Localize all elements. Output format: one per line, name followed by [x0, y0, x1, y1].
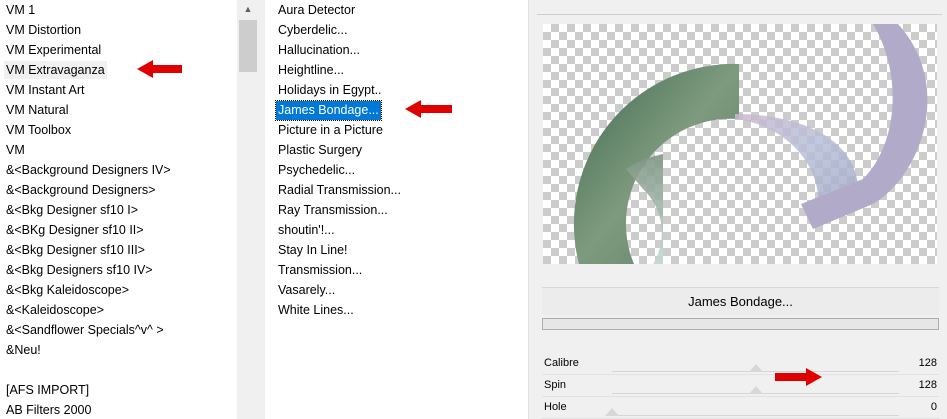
red-arrow-left-icon: [405, 100, 452, 118]
category-item[interactable]: &<Bkg Designers sf10 IV>: [4, 261, 155, 279]
category-item[interactable]: VM Extravaganza: [4, 61, 107, 79]
filter-list-panel: Aura Detector Cyberdelic... Hallucination.…: [265, 0, 528, 419]
param-label: Spin: [544, 379, 567, 391]
param-slider-track[interactable]: [612, 364, 899, 372]
filter-item[interactable]: Ray Transmission...: [276, 201, 390, 220]
category-item[interactable]: &<Background Designers IV>: [4, 161, 173, 179]
filter-item[interactable]: Cyberdelic...: [276, 21, 349, 40]
category-item[interactable]: &<Background Designers>: [4, 181, 157, 199]
filter-dialog: James Bondage... Calibre 128 Spin 128 Hole 0: [528, 0, 947, 419]
category-item[interactable]: &<BKg Designer sf10 II>: [4, 221, 146, 239]
category-item[interactable]: &Neu!: [4, 341, 43, 359]
category-item[interactable]: [AFS IMPORT]: [4, 381, 91, 399]
param-label: Hole: [544, 401, 567, 413]
filter-item[interactable]: Radial Transmission...: [276, 181, 403, 200]
param-slider-thumb[interactable]: [748, 384, 763, 394]
triangle-up-icon[interactable]: ▲: [237, 0, 259, 18]
filter-item[interactable]: Stay In Line!: [276, 241, 350, 260]
preview-graphic: [573, 24, 928, 264]
category-item[interactable]: &<Bkg Designer sf10 III>: [4, 241, 147, 259]
filter-title: James Bondage...: [542, 287, 939, 315]
param-row-hole[interactable]: Hole 0: [542, 398, 939, 419]
filter-item[interactable]: Holidays in Egypt..: [276, 81, 384, 100]
category-item[interactable]: VM Distortion: [4, 21, 83, 39]
param-slider-thumb[interactable]: [605, 406, 619, 416]
category-item[interactable]: VM Toolbox: [4, 121, 73, 139]
filter-item[interactable]: White Lines...: [276, 301, 356, 320]
category-scrollbar[interactable]: ▲: [237, 0, 259, 419]
param-value: 128: [918, 357, 937, 369]
category-item[interactable]: &<Sandflower Specials^v^ >: [4, 321, 166, 339]
param-slider-track[interactable]: [612, 386, 899, 394]
red-arrow-left-icon: [137, 60, 182, 78]
filter-item[interactable]: Plastic Surgery: [276, 141, 364, 160]
param-value: 0: [930, 401, 937, 413]
scrollbar-thumb[interactable]: [239, 20, 257, 72]
category-item[interactable]: &<Kaleidoscope>: [4, 301, 106, 319]
param-slider-track[interactable]: [605, 408, 899, 416]
category-item[interactable]: VM 1: [4, 1, 37, 19]
param-label: Calibre: [544, 357, 579, 369]
category-item[interactable]: &<Bkg Kaleidoscope>: [4, 281, 131, 299]
category-item[interactable]: VM Natural: [4, 101, 71, 119]
red-arrow-right-icon: [775, 368, 822, 386]
category-item[interactable]: &<Bkg Designer sf10 I>: [4, 201, 140, 219]
filter-item[interactable]: Vasarely...: [276, 281, 337, 300]
filter-item[interactable]: Transmission...: [276, 261, 364, 280]
filter-item[interactable]: Psychedelic...: [276, 161, 357, 180]
category-item[interactable]: VM Experimental: [4, 41, 103, 59]
filter-item[interactable]: Hallucination...: [276, 41, 362, 60]
param-row-spin[interactable]: Spin 128: [542, 376, 939, 397]
param-value: 128: [918, 379, 937, 391]
category-item[interactable]: VM Instant Art: [4, 81, 87, 99]
param-row-calibre[interactable]: Calibre 128: [542, 354, 939, 375]
param-slider-thumb[interactable]: [748, 362, 763, 372]
filter-item[interactable]: shoutin'!...: [276, 221, 337, 240]
category-item[interactable]: VM: [4, 141, 27, 159]
filter-item[interactable]: Picture in a Picture: [276, 121, 385, 140]
preview-image: [543, 24, 937, 264]
filter-item[interactable]: Aura Detector: [276, 1, 357, 20]
filter-item[interactable]: James Bondage...: [275, 100, 382, 121]
category-list-panel: VM 1 VM Distortion VM Experimental VM Extra…: [0, 0, 259, 419]
filter-item[interactable]: Heightline...: [276, 61, 346, 80]
category-item: [4, 361, 8, 379]
progress-bar: [542, 318, 939, 330]
category-item[interactable]: AB Filters 2000: [4, 401, 93, 419]
